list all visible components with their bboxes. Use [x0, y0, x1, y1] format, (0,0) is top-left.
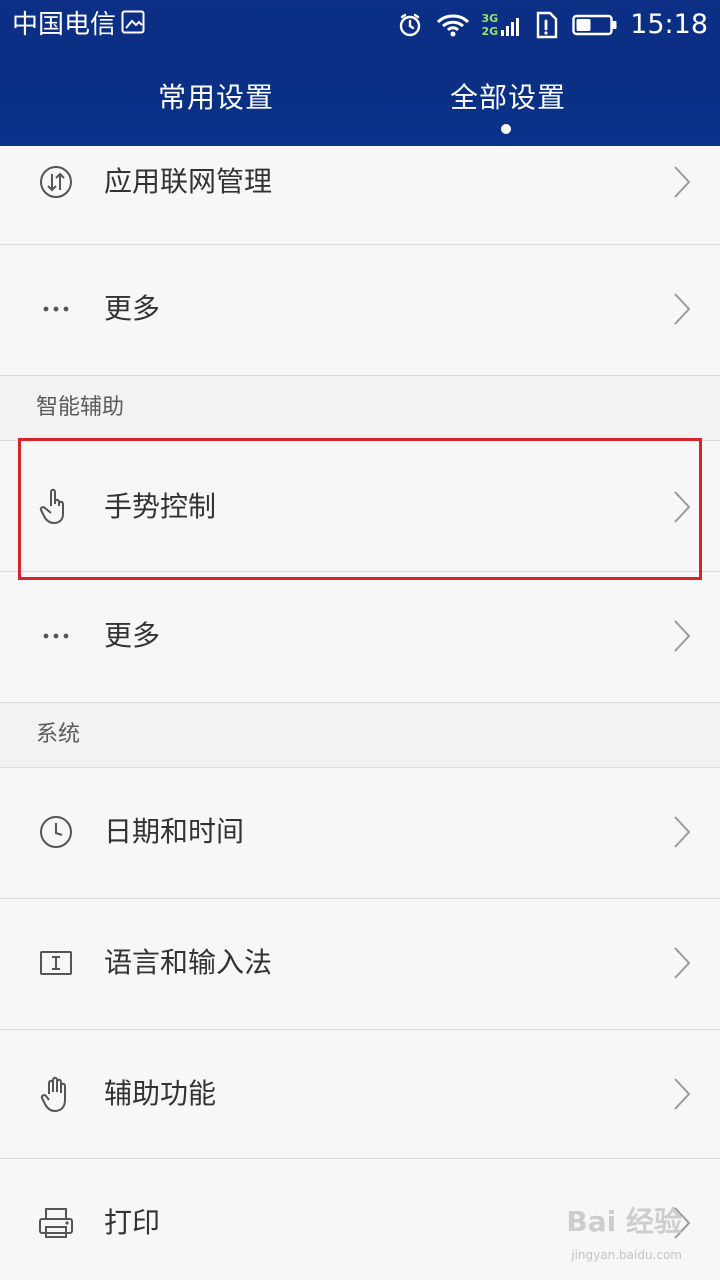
section-label: 智能辅助 — [36, 395, 125, 420]
wifi-icon — [436, 14, 469, 37]
setting-label: 应用联网管理 — [104, 165, 273, 198]
signal-icon — [501, 18, 520, 36]
gesture-hand-icon — [39, 488, 64, 525]
setting-label: 辅助功能 — [104, 1077, 217, 1110]
chevron-right-icon — [674, 1078, 691, 1110]
status-icons: 3G 2G 15:18 — [396, 6, 708, 44]
more-dots-icon — [43, 633, 69, 639]
more-dots-icon — [43, 306, 69, 312]
status-bar: 中国电信 3G 2G 15:18 — [0, 0, 720, 50]
tab-all-settings[interactable]: 全部设置 — [450, 78, 566, 118]
carrier-name: 中国电信 — [12, 10, 117, 40]
setting-row-gesture-control[interactable]: 手势控制 — [0, 441, 720, 572]
chevron-right-icon — [674, 166, 691, 198]
chevron-right-icon — [674, 491, 691, 523]
settings-list: 应用联网管理 更多 智能辅助 手势控制 更多 系统 日期和时间 语言和输入法 辅… — [0, 146, 720, 1280]
setting-label: 更多 — [104, 619, 161, 652]
setting-row-date-time[interactable]: 日期和时间 — [0, 768, 720, 899]
hand-icon — [40, 1076, 66, 1113]
active-tab-indicator — [501, 124, 511, 134]
setting-label: 更多 — [104, 292, 161, 325]
setting-row-accessibility[interactable]: 辅助功能 — [0, 1030, 720, 1159]
chevron-right-icon — [674, 947, 691, 979]
gallery-icon — [121, 10, 145, 34]
tab-common-settings[interactable]: 常用设置 — [158, 78, 274, 118]
section-label: 系统 — [36, 722, 81, 747]
setting-label: 语言和输入法 — [104, 946, 273, 979]
settings-screen: 中国电信 3G 2G 15:18 常用设置 全部设置 应用联网管理 更多 智能辅… — [0, 0, 720, 1280]
alarm-icon — [399, 13, 420, 37]
keyboard-input-icon — [40, 951, 72, 975]
watermark-url: jingyan.baidu.com — [571, 1248, 682, 1262]
printer-icon — [39, 1208, 73, 1238]
section-header-system: 系统 — [0, 703, 720, 768]
chevron-right-icon — [674, 816, 691, 848]
tab-bar: 常用设置 全部设置 — [0, 60, 720, 146]
setting-label: 手势控制 — [104, 490, 217, 523]
network-arrows-icon — [40, 166, 72, 198]
network-type: 3G 2G — [481, 12, 499, 38]
setting-label: 打印 — [104, 1206, 161, 1239]
sim-alert-icon — [536, 11, 558, 39]
chevron-right-icon — [674, 620, 691, 652]
top-bar: 中国电信 3G 2G 15:18 常用设置 全部设置 — [0, 0, 720, 146]
setting-row-network-management[interactable]: 应用联网管理 — [0, 146, 720, 245]
chevron-right-icon — [674, 293, 691, 325]
setting-row-more-2[interactable]: 更多 — [0, 572, 720, 703]
watermark-brand: Bai 经验 — [566, 1205, 682, 1238]
setting-label: 日期和时间 — [104, 815, 245, 848]
setting-row-language-input[interactable]: 语言和输入法 — [0, 899, 720, 1030]
section-header-smart-assist: 智能辅助 — [0, 376, 720, 441]
clock-time: 15:18 — [630, 9, 708, 40]
setting-row-more-1[interactable]: 更多 — [0, 245, 720, 376]
battery-icon — [572, 14, 617, 36]
clock-icon — [40, 816, 72, 848]
